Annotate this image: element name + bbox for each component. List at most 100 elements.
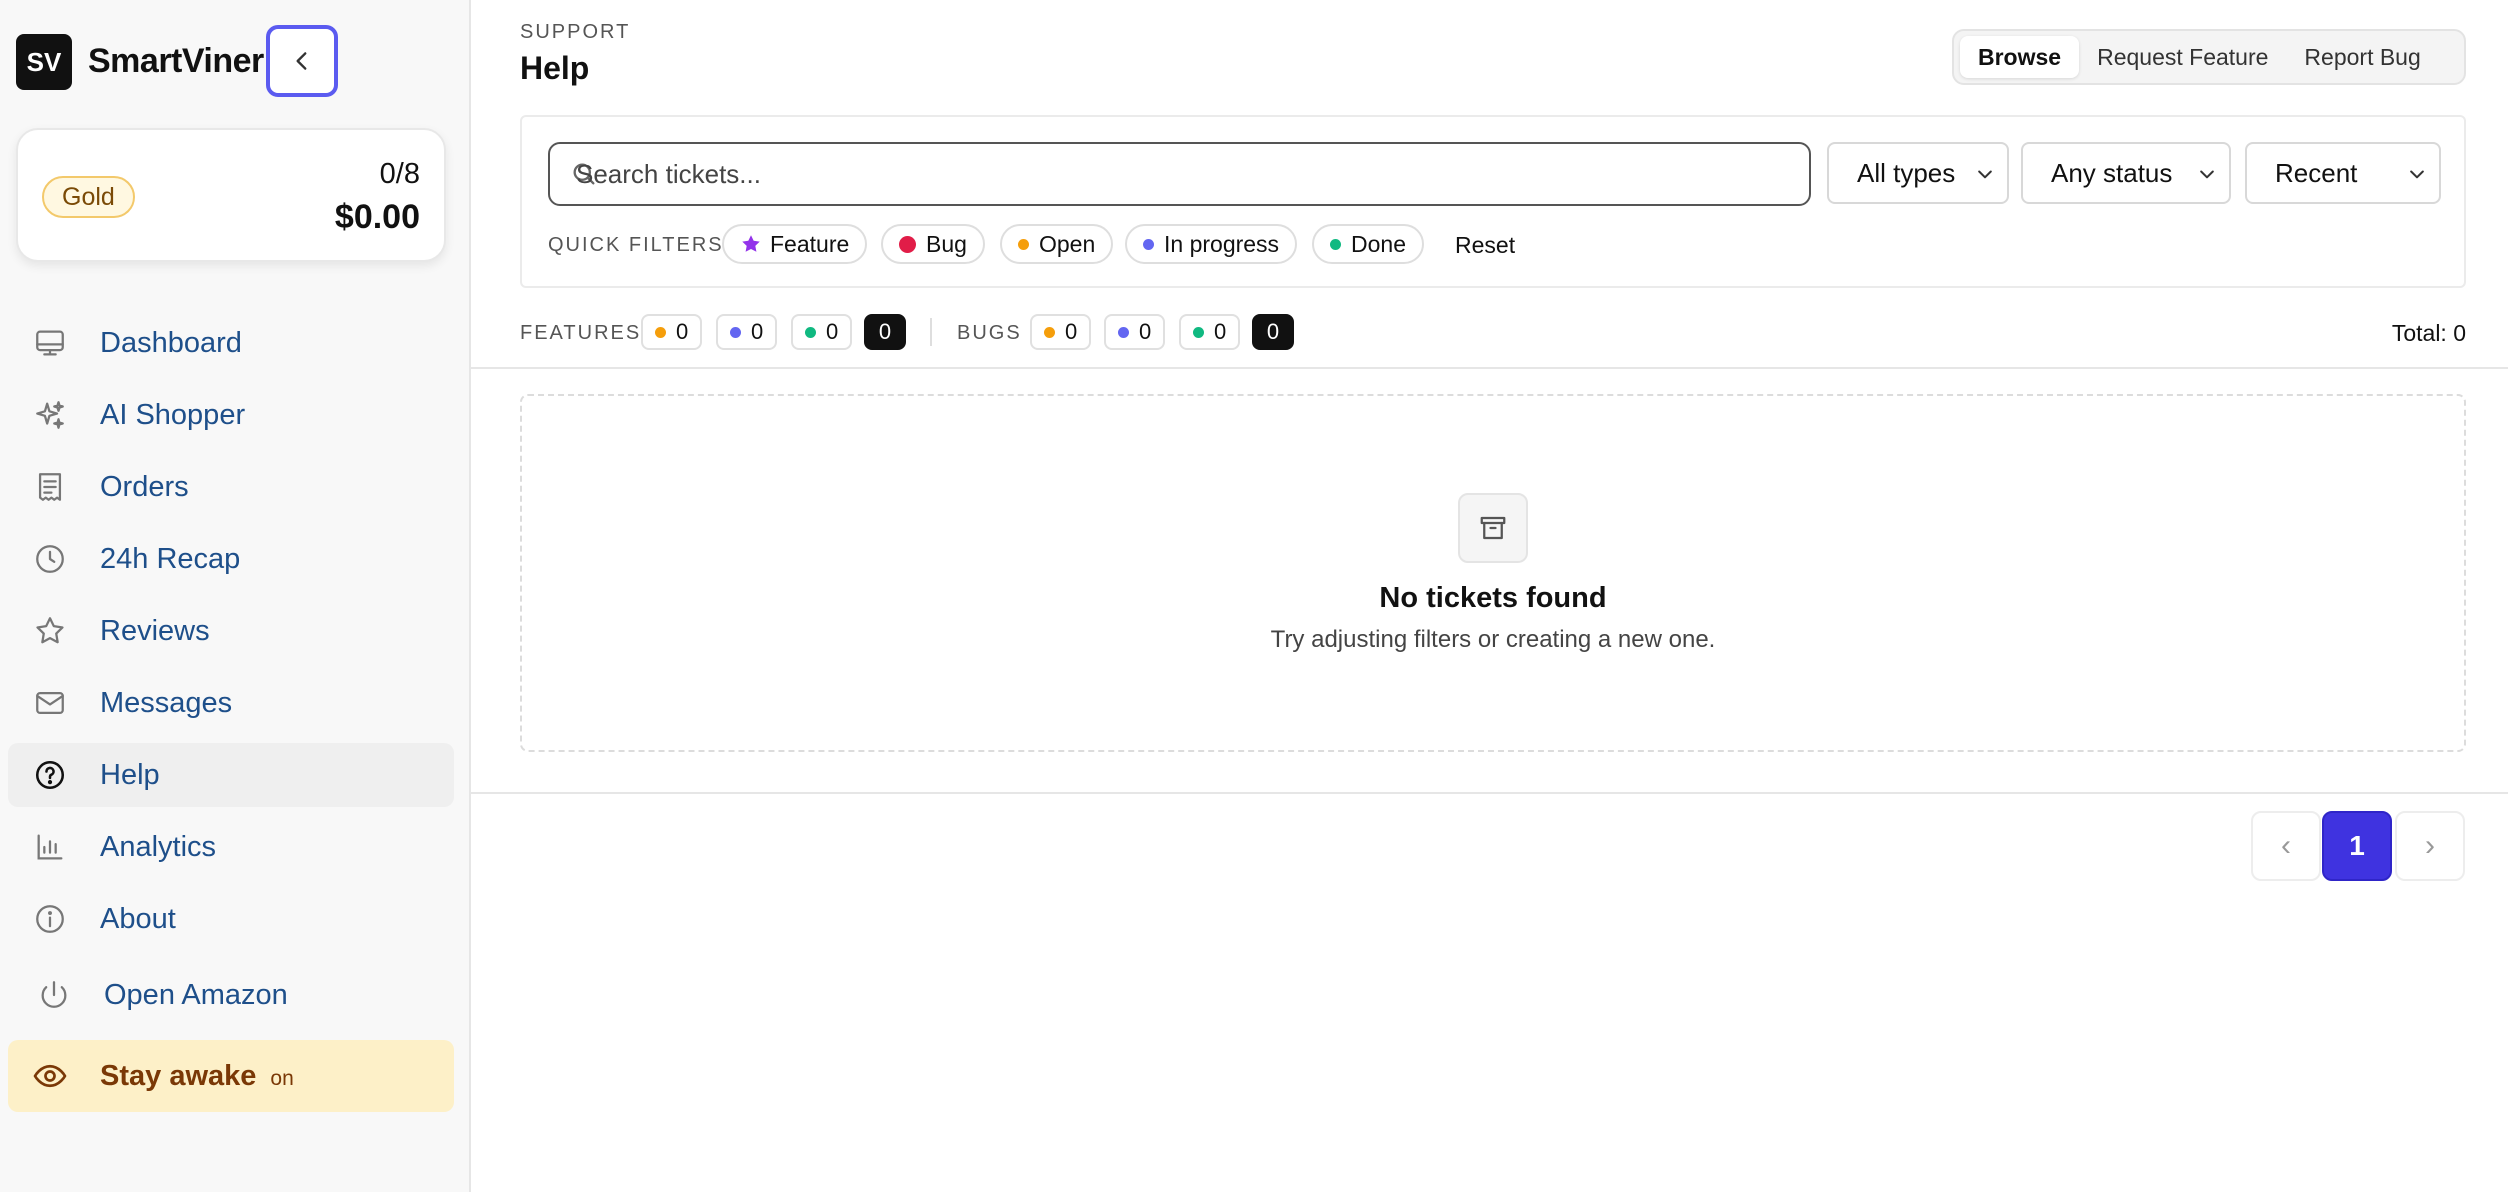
chevron-left-icon — [296, 52, 307, 70]
info-icon — [30, 899, 70, 939]
collapse-sidebar-button[interactable] — [266, 25, 338, 97]
chevron-down-icon — [1978, 170, 1992, 179]
bugs-total-count: 0 — [1252, 314, 1294, 350]
sidebar-item-orders[interactable]: Orders — [8, 455, 454, 519]
sidebar-item-label: Help — [100, 758, 160, 791]
search-input[interactable] — [576, 144, 1776, 204]
sidebar-item-analytics[interactable]: Analytics — [8, 815, 454, 879]
features-total-count: 0 — [864, 314, 906, 350]
count-value: 0 — [1139, 319, 1152, 344]
page-eyebrow: SUPPORT — [520, 21, 631, 43]
chip-label: Done — [1351, 230, 1406, 257]
sidebar-item-ai-shopper[interactable]: AI Shopper — [8, 383, 454, 447]
page-1-button[interactable]: 1 — [2322, 811, 2392, 881]
monitor-icon — [30, 323, 70, 363]
sidebar-item-label: Dashboard — [100, 326, 242, 359]
green-dot-icon — [1330, 238, 1341, 250]
green-dot-icon — [805, 326, 816, 338]
empty-state-title: No tickets found — [1379, 582, 1607, 614]
type-select[interactable]: All types — [1827, 142, 2009, 204]
total-count: Total: 0 — [2391, 320, 2466, 346]
sidebar-item-dashboard[interactable]: Dashboard — [8, 311, 454, 375]
sidebar-item-label: Open Amazon — [104, 978, 288, 1011]
tab-request-feature[interactable]: Request Feature — [2079, 36, 2286, 78]
star-icon — [742, 235, 760, 252]
features-in-progress-count: 0 — [716, 314, 778, 350]
search-box — [548, 142, 1811, 206]
sidebar-item-label: 24h Recap — [100, 542, 241, 575]
features-label: FEATURES — [520, 322, 642, 344]
eye-icon — [30, 1056, 70, 1096]
receipt-icon — [30, 467, 70, 507]
quick-filter-bug[interactable]: Bug — [881, 224, 985, 264]
orange-dot-icon — [655, 326, 666, 338]
logo: SV — [16, 34, 72, 90]
quick-filter-done[interactable]: Done — [1312, 224, 1424, 264]
empty-state-subtitle: Try adjusting filters or creating a new … — [1270, 626, 1716, 653]
quick-filter-feature[interactable]: Feature — [722, 224, 868, 264]
sparkles-icon — [30, 395, 70, 435]
sidebar-item-label: About — [100, 902, 176, 935]
reset-filters-button[interactable]: Reset — [1455, 232, 1515, 259]
sidebar: SV SmartViner Gold 0/8 $0.00 Dashboard A… — [0, 0, 471, 1192]
indigo-dot-icon — [730, 326, 741, 338]
page-title: Help — [520, 50, 590, 86]
sidebar-item-24h-recap[interactable]: 24h Recap — [8, 527, 454, 591]
quick-filters-label: QUICK FILTERS — [548, 234, 724, 256]
sidebar-item-label: AI Shopper — [100, 398, 246, 431]
stay-awake-toggle[interactable]: Stay awake on — [8, 1040, 454, 1112]
tab-browse[interactable]: Browse — [1960, 36, 2080, 78]
count-value: 0 — [826, 319, 839, 344]
sidebar-item-label: Reviews — [100, 614, 210, 647]
quick-filter-open[interactable]: Open — [1000, 224, 1114, 264]
bugs-in-progress-count: 0 — [1104, 314, 1166, 350]
bugs-label: BUGS — [957, 322, 1022, 344]
sort-select-value: Recent — [2275, 157, 2358, 188]
orange-dot-icon — [1044, 326, 1055, 338]
orange-dot-icon — [1018, 238, 1029, 250]
sidebar-item-messages[interactable]: Messages — [8, 671, 454, 735]
sidebar-item-label: Orders — [100, 470, 189, 503]
help-circle-icon — [30, 755, 70, 795]
app-name: SmartViner — [88, 42, 264, 80]
tab-report-bug[interactable]: Report Bug — [2286, 36, 2438, 78]
clock-icon — [30, 539, 70, 579]
chip-label: Feature — [770, 230, 850, 257]
star-icon — [30, 611, 70, 651]
sidebar-item-about[interactable]: About — [8, 887, 454, 951]
next-page-button[interactable]: › — [2395, 811, 2465, 881]
divider — [471, 367, 2508, 369]
prev-page-button[interactable]: ‹ — [2251, 811, 2321, 881]
count-value: 0 — [1214, 319, 1227, 344]
features-open-count: 0 — [641, 314, 703, 350]
green-dot-icon — [1193, 326, 1204, 338]
chevron-down-icon — [2410, 170, 2424, 179]
bar-chart-icon — [30, 827, 70, 867]
plan-usage-count: 0/8 — [379, 158, 420, 190]
power-icon — [34, 975, 74, 1015]
sort-select[interactable]: Recent — [2245, 142, 2441, 204]
sidebar-item-reviews[interactable]: Reviews — [8, 599, 454, 663]
plan-tier-badge: Gold — [42, 176, 135, 218]
features-done-count: 0 — [791, 314, 853, 350]
sidebar-item-open-amazon[interactable]: Open Amazon — [8, 963, 454, 1027]
empty-state: No tickets found Try adjusting filters o… — [520, 394, 2466, 752]
sidebar-item-label: Analytics — [100, 830, 217, 863]
divider — [471, 792, 2508, 794]
quick-filter-in-progress[interactable]: In progress — [1125, 224, 1298, 264]
plan-amount: $0.00 — [334, 198, 420, 236]
app-root: SV SmartViner Gold 0/8 $0.00 Dashboard A… — [0, 0, 2508, 1192]
chip-label: Open — [1039, 230, 1096, 257]
sidebar-item-help[interactable]: Help — [8, 743, 454, 807]
status-select-value: Any status — [2051, 157, 2173, 188]
bugs-open-count: 0 — [1030, 314, 1092, 350]
plan-card: Gold 0/8 $0.00 — [16, 128, 446, 262]
chip-label: In progress — [1164, 230, 1280, 257]
count-value: 0 — [676, 319, 689, 344]
view-tabs: Browse Request Feature Report Bug — [1952, 29, 2466, 85]
indigo-dot-icon — [1143, 238, 1154, 250]
sidebar-item-label: Messages — [100, 686, 233, 719]
indigo-dot-icon — [1118, 326, 1129, 338]
status-select[interactable]: Any status — [2021, 142, 2231, 204]
chip-label: Bug — [926, 230, 967, 257]
